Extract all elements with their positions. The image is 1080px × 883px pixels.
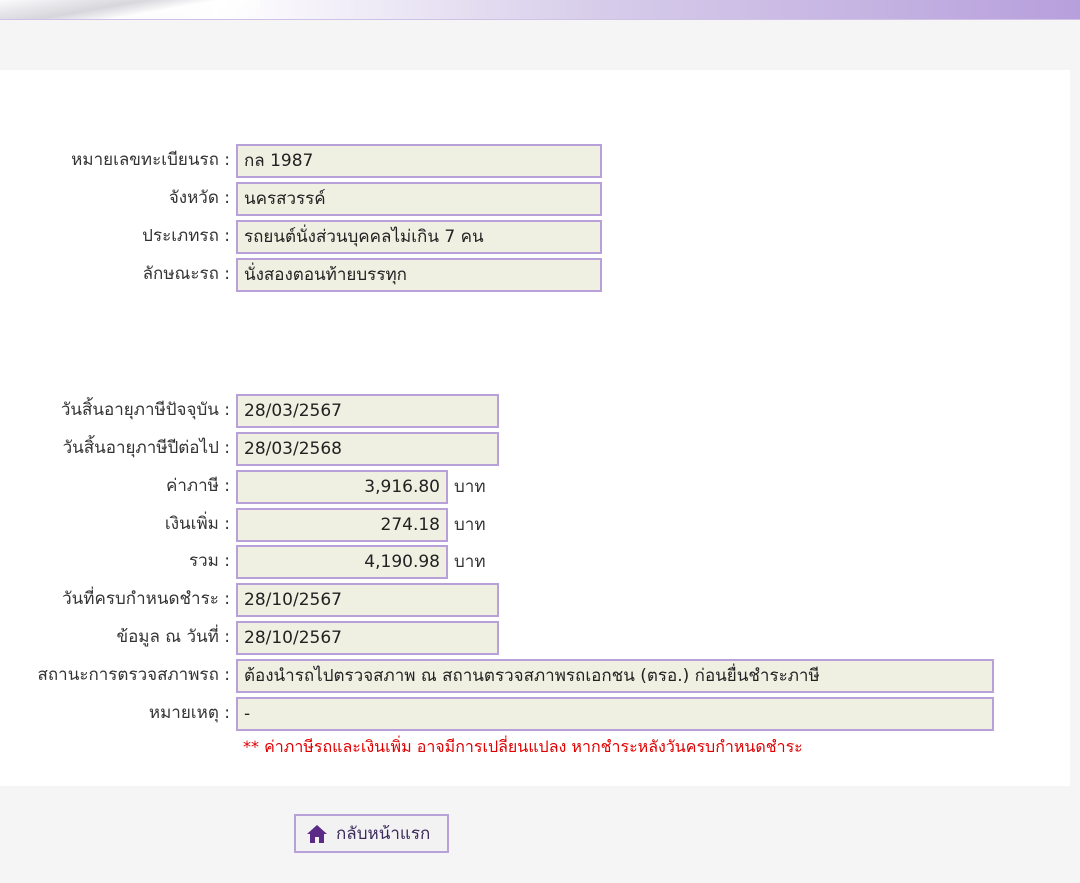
tax-unit: บาท	[454, 477, 486, 497]
warning-note: ** ค่าภาษีรถและเงินเพิ่ม อาจมีการเปลี่ยน…	[243, 737, 803, 756]
remark-field: -	[236, 697, 994, 731]
inspection-status-label: สถานะการตรวจสภาพรถ :	[37, 665, 230, 685]
banner-swoosh	[0, 0, 260, 19]
next-expiry-field: 28/03/2568	[236, 432, 499, 466]
body-type-label: ลักษณะรถ :	[142, 264, 230, 284]
back-home-button[interactable]: กลับหน้าแรก	[294, 814, 449, 853]
back-home-label: กลับหน้าแรก	[336, 824, 431, 844]
surcharge-field: 274.18	[236, 508, 448, 542]
due-date-field: 28/10/2567	[236, 583, 499, 617]
surcharge-unit: บาท	[454, 515, 486, 535]
as-of-date-field: 28/10/2567	[236, 621, 499, 655]
province-label: จังหวัด :	[168, 188, 230, 208]
plate-label: หมายเลขทะเบียนรถ :	[71, 150, 230, 170]
total-label: รวม :	[188, 551, 230, 571]
top-banner	[0, 0, 1080, 20]
next-expiry-label: วันสิ้นอายุภาษีปีต่อไป :	[62, 438, 230, 458]
current-expiry-label: วันสิ้นอายุภาษีปัจจุบัน :	[60, 400, 230, 420]
body-type-field: นั่งสองตอนท้ายบรรทุก	[236, 258, 602, 292]
vehicle-type-field: รถยนต์นั่งส่วนบุคคลไม่เกิน 7 คน	[236, 220, 602, 254]
as-of-date-label: ข้อมูล ณ วันที่ :	[116, 627, 230, 647]
current-expiry-field: 28/03/2567	[236, 394, 499, 428]
tax-field: 3,916.80	[236, 470, 448, 504]
tax-label: ค่าภาษี :	[165, 476, 230, 496]
home-icon	[307, 824, 327, 843]
total-field: 4,190.98	[236, 545, 448, 579]
remark-label: หมายเหตุ :	[148, 703, 230, 723]
due-date-label: วันที่ครบกำหนดชำระ :	[62, 589, 230, 609]
surcharge-label: เงินเพิ่ม :	[164, 514, 230, 534]
province-field: นครสวรรค์	[236, 182, 602, 216]
plate-field: กล 1987	[236, 144, 602, 178]
inspection-status-field: ต้องนำรถไปตรวจสภาพ ณ สถานตรวจสภาพรถเอกชน…	[236, 659, 994, 693]
total-unit: บาท	[454, 552, 486, 572]
vehicle-type-label: ประเภทรถ :	[142, 226, 230, 246]
